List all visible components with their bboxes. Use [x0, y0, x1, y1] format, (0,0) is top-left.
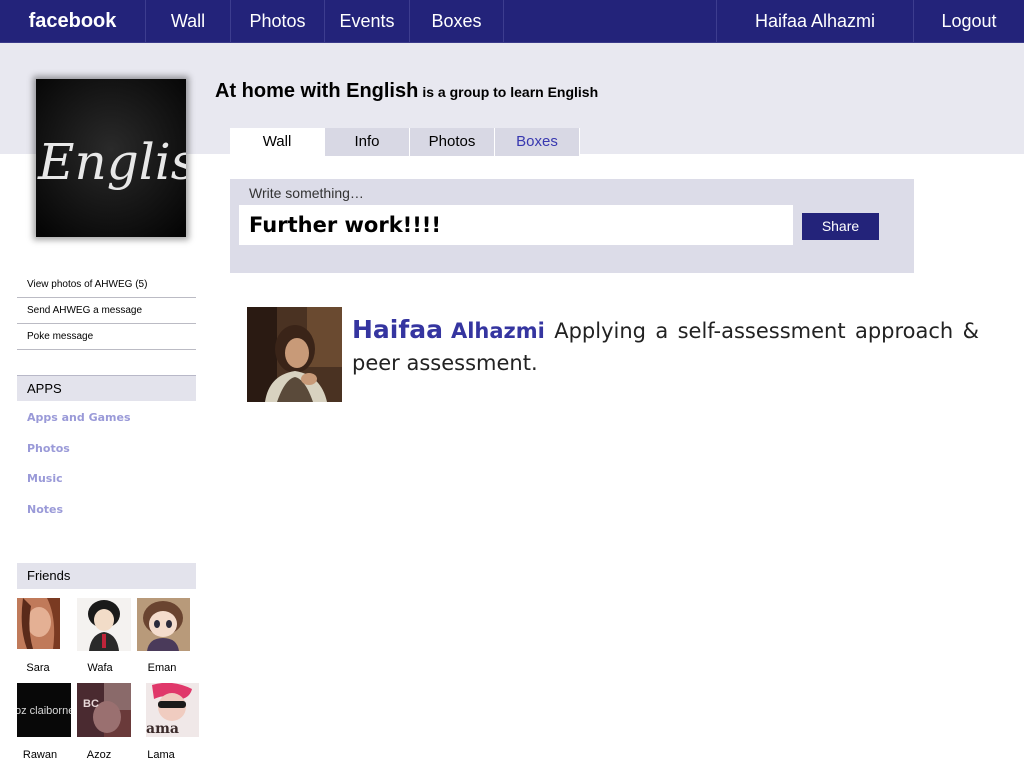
- apps-heading: APPS: [17, 375, 196, 401]
- friend-name-rawan[interactable]: Rawan: [10, 749, 70, 761]
- friend-photo: [137, 598, 190, 651]
- app-item-music[interactable]: Music: [27, 472, 131, 503]
- friend-name-lama[interactable]: Lama: [131, 749, 191, 761]
- post-author-avatar[interactable]: [247, 307, 342, 402]
- app-item-notes[interactable]: Notes: [27, 503, 131, 534]
- tab-photos[interactable]: Photos: [410, 128, 495, 156]
- logout-button[interactable]: Logout: [914, 0, 1024, 42]
- chalkboard-text: English: [37, 133, 186, 191]
- group-title: At home with English is a group to learn …: [215, 80, 598, 103]
- friend-photo-text: BC: [83, 698, 99, 710]
- friend-photo-lama[interactable]: ama: [146, 683, 199, 737]
- group-profile-picture[interactable]: English: [36, 79, 186, 237]
- send-message-link[interactable]: Send AHWEG a message: [17, 298, 196, 324]
- post-author-first-name[interactable]: Haifaa: [352, 315, 443, 344]
- nav-user-name[interactable]: Haifaa Alhazmi: [716, 0, 914, 42]
- facebook-logo[interactable]: facebook: [0, 0, 146, 42]
- app-item-apps-and-games[interactable]: Apps and Games: [27, 411, 131, 442]
- group-description: is a group to learn English: [422, 84, 599, 100]
- friend-photo: ama: [146, 683, 199, 737]
- apps-list: Apps and Games Photos Music Notes: [27, 411, 131, 534]
- sidebar-links: View photos of AHWEG (5) Send AHWEG a me…: [17, 272, 196, 350]
- friend-photo-rawan[interactable]: oz claiborne: [17, 683, 71, 737]
- friend-photo-text: oz claiborne: [17, 705, 71, 717]
- group-name: At home with English: [215, 80, 419, 102]
- post-author-last-name[interactable]: Alhazmi: [451, 319, 545, 343]
- post-content: Haifaa Alhazmi Applying a self-assessment…: [352, 314, 979, 379]
- tab-boxes[interactable]: Boxes: [495, 128, 580, 156]
- post-input[interactable]: Further work!!!!: [239, 205, 793, 245]
- friend-photo: [17, 598, 60, 649]
- poke-message-link[interactable]: Poke message: [17, 324, 196, 350]
- friend-name-wafa[interactable]: Wafa: [70, 662, 130, 674]
- tab-wall[interactable]: Wall: [230, 128, 325, 156]
- nav-photos[interactable]: Photos: [231, 0, 325, 42]
- share-button[interactable]: Share: [802, 213, 879, 240]
- nav-events[interactable]: Events: [325, 0, 410, 42]
- friend-name-eman[interactable]: Eman: [132, 662, 192, 674]
- composer-label: Write something…: [249, 185, 364, 201]
- friend-photo: BC: [77, 683, 131, 737]
- friend-name-sara[interactable]: Sara: [8, 662, 68, 674]
- friend-photo-sara[interactable]: [17, 598, 60, 649]
- app-item-photos[interactable]: Photos: [27, 442, 131, 473]
- page: facebook Wall Photos Events Boxes Haifaa…: [0, 0, 1024, 768]
- friends-heading: Friends: [17, 563, 196, 589]
- tab-info[interactable]: Info: [325, 128, 410, 156]
- friend-name-azoz[interactable]: Azoz: [69, 749, 129, 761]
- top-navigation-bar: facebook Wall Photos Events Boxes Haifaa…: [0, 0, 1024, 43]
- post-author[interactable]: Haifaa Alhazmi: [352, 315, 545, 344]
- friend-photo: oz claiborne: [17, 683, 71, 737]
- author-photo: [247, 307, 342, 402]
- friend-photo-eman[interactable]: [137, 598, 190, 651]
- view-photos-link[interactable]: View photos of AHWEG (5): [17, 272, 196, 298]
- post-composer: Write something… Further work!!!! Share: [230, 179, 914, 273]
- nav-boxes[interactable]: Boxes: [410, 0, 504, 42]
- nav-wall[interactable]: Wall: [146, 0, 231, 42]
- chalkboard-image: English: [36, 79, 186, 237]
- friend-photo-text: ama: [146, 721, 179, 737]
- friend-photo-wafa[interactable]: [77, 598, 131, 651]
- friend-photo-azoz[interactable]: BC: [77, 683, 131, 737]
- friend-photo: [77, 598, 131, 651]
